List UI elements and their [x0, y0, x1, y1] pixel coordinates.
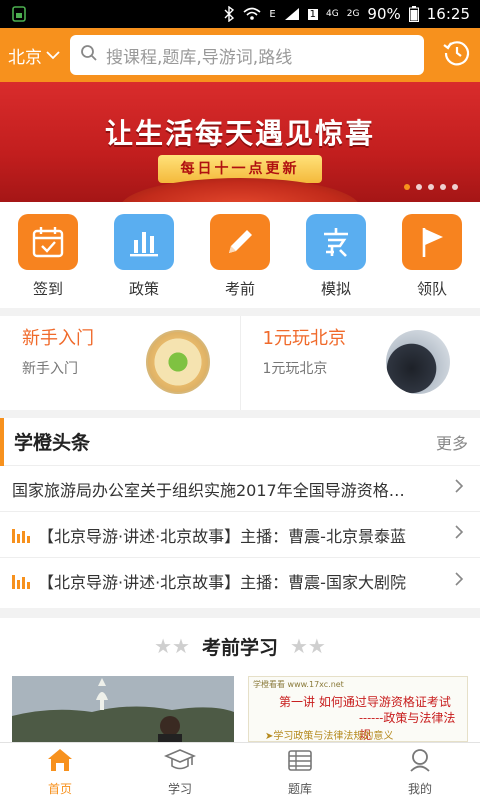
bluetooth-icon [223, 6, 235, 22]
quick-entry-label: 政策 [128, 280, 159, 298]
compass-map-image [145, 330, 210, 394]
exam-icon [306, 214, 366, 270]
chevron-right-icon [454, 571, 468, 592]
headline-text: 【北京导游·讲述·北京故事】主播：曹震-国家大剧院 [38, 573, 406, 592]
user-icon [406, 747, 434, 777]
bar-chart-icon [114, 214, 174, 270]
pencil-icon [210, 214, 270, 270]
quick-entry-tour-leader[interactable]: 领队 [397, 214, 467, 308]
banner-title: 让生活每天遇见惊喜 [104, 117, 375, 150]
history-clock-icon [442, 38, 472, 72]
tab-question-bank[interactable]: 题库 [240, 743, 360, 800]
red-envelope-bag-illustration [120, 178, 360, 202]
status-bar: E 1 4G 2G 90% 16:25 [0, 0, 480, 28]
sim-icon [10, 5, 28, 23]
banner-dot[interactable] [416, 184, 422, 190]
promo-card-one-yuan-beijing[interactable]: 1元玩北京 1元玩北京 [239, 316, 480, 410]
battery-percent: 90% [367, 5, 401, 23]
tab-label: 学习 [167, 781, 192, 796]
search-placeholder: 搜课程,题库,导游词,路线 [106, 47, 293, 68]
lecture-title: 第一讲 如何通过导游资格证考试 [279, 695, 451, 709]
banner-dot[interactable] [404, 184, 410, 190]
white-pagoda-scene [12, 676, 234, 742]
bottom-tab-bar: 首页 学习 题库 我的 [0, 742, 480, 800]
banner-dot[interactable] [440, 184, 446, 190]
chevron-right-icon [454, 478, 468, 499]
network-type-4g: 4G [326, 9, 339, 19]
headline-text: 【北京导游·讲述·北京故事】主播：曹震-北京景泰蓝 [38, 526, 406, 546]
quick-entry-label: 模拟 [320, 280, 351, 298]
audio-bars-icon [12, 573, 32, 589]
section-title: 学橙头条 [14, 432, 91, 454]
promo-banner[interactable]: 让生活每天遇见惊喜 每日十一点更新 [0, 82, 480, 202]
audio-bars-icon [12, 527, 32, 543]
graduation-cap-icon [163, 747, 197, 777]
home-icon [46, 747, 74, 777]
quick-entry-label: 领队 [416, 280, 447, 298]
star-decoration-icon: ★★ [290, 634, 326, 658]
lecture-bullet: ➤学习政策与法律法规的意义 [265, 731, 394, 742]
tab-profile[interactable]: 我的 [360, 743, 480, 800]
promo-cards: 新手入门 新手入门 1元玩北京 1元玩北京 [0, 316, 480, 410]
search-icon [80, 44, 98, 66]
star-decoration-icon: ★★ [154, 634, 190, 658]
banner-pagination [404, 184, 458, 190]
network-badge: E [269, 8, 276, 20]
study-header: ★★ 考前学习 ★★ [0, 618, 480, 674]
chevron-right-icon [454, 524, 468, 545]
tab-label: 我的 [407, 781, 432, 796]
section-title: 考前学习 [201, 636, 278, 659]
quick-entry-mock-exam[interactable]: 模拟 [301, 214, 371, 308]
wifi-icon [243, 7, 261, 21]
quick-entry-policy[interactable]: 政策 [109, 214, 179, 308]
phone-hand-image [386, 330, 450, 394]
quick-entry-grid: 签到 政策 考前 模拟 领队 [0, 202, 480, 308]
section-accent-bar [0, 417, 4, 466]
sim-slot-badge: 1 [307, 8, 319, 20]
search-input[interactable]: 搜课程,题库,导游词,路线 [70, 35, 424, 75]
signal-icon [284, 7, 300, 21]
battery-icon [408, 6, 419, 22]
banner-dot[interactable] [452, 184, 458, 190]
pre-exam-study-section: ★★ 考前学习 ★★ 学橙看看 www.17xc.net 第一讲 如何通过导游资… [0, 618, 480, 742]
more-link[interactable]: 更多 [436, 430, 468, 454]
quick-entry-label: 签到 [32, 280, 63, 298]
tab-home[interactable]: 首页 [0, 743, 120, 800]
city-label: 北京 [8, 47, 42, 68]
video-thumbnail-beihai[interactable] [12, 676, 234, 742]
video-thumbnail-lecture[interactable]: 学橙看看 www.17xc.net 第一讲 如何通过导游资格证考试 ------… [248, 676, 468, 742]
headlines-section: 学橙头条 更多 国家旅游局办公室关于组织实施2017年全国导游资格… 【北京导游… [0, 417, 480, 608]
quick-entry-label: 考前 [224, 280, 255, 298]
network-type-2g: 2G [346, 9, 360, 19]
banner-dot[interactable] [428, 184, 434, 190]
calendar-check-icon [18, 214, 78, 270]
flag-icon [402, 214, 462, 270]
tab-study[interactable]: 学习 [120, 743, 240, 800]
headline-item[interactable]: 【北京导游·讲述·北京故事】主播：曹震-国家大剧院 [0, 558, 480, 604]
headline-text: 国家旅游局办公室关于组织实施2017年全国导游资格… [12, 480, 405, 500]
lecture-watermark: 学橙看看 www.17xc.net [253, 680, 344, 689]
city-selector[interactable]: 北京 [8, 43, 70, 68]
headline-item[interactable]: 国家旅游局办公室关于组织实施2017年全国导游资格… [0, 466, 480, 512]
promo-card-beginner[interactable]: 新手入门 新手入门 [0, 316, 240, 410]
tab-label: 题库 [287, 781, 312, 796]
study-thumbnails: 学橙看看 www.17xc.net 第一讲 如何通过导游资格证考试 ------… [12, 676, 468, 742]
tab-label: 首页 [47, 781, 72, 796]
headlines-header: 学橙头条 更多 [0, 417, 480, 466]
history-button[interactable] [424, 38, 472, 72]
quick-entry-checkin[interactable]: 签到 [13, 214, 83, 308]
books-icon [286, 747, 314, 777]
top-bar: 北京 搜课程,题库,导游词,路线 [0, 28, 480, 82]
quick-entry-pre-exam[interactable]: 考前 [205, 214, 275, 308]
headline-item[interactable]: 【北京导游·讲述·北京故事】主播：曹震-北京景泰蓝 [0, 512, 480, 558]
chevron-down-icon [46, 45, 60, 65]
clock: 16:25 [426, 5, 470, 23]
